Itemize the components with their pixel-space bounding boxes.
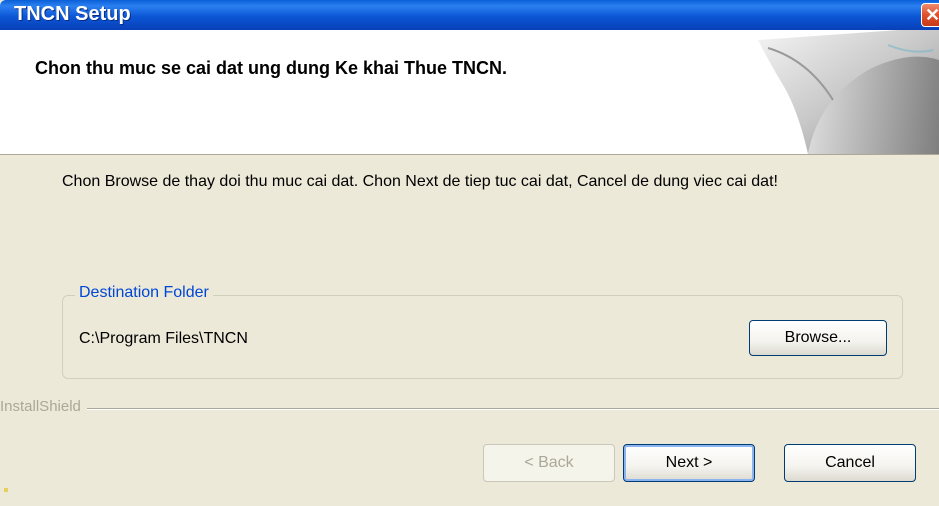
- destination-folder-group: Destination Folder C:\Program Files\TNCN…: [62, 284, 903, 379]
- instruction-text: Chon Browse de thay doi thu muc cai dat.…: [62, 173, 778, 190]
- title-bar[interactable]: TNCN Setup ✕: [0, 0, 939, 30]
- close-icon: ✕: [925, 5, 939, 25]
- setup-window: TNCN Setup ✕ Chon thu muc se cai dat ung…: [0, 0, 939, 506]
- destination-path: C:\Program Files\TNCN: [79, 330, 248, 347]
- header-banner: Chon thu muc se cai dat ung dung Ke khai…: [0, 30, 939, 155]
- step-title: Chon thu muc se cai dat ung dung Ke khai…: [35, 58, 508, 78]
- close-button[interactable]: ✕: [921, 3, 939, 27]
- next-button[interactable]: Next >: [623, 444, 755, 482]
- installshield-divider: InstallShield: [0, 398, 939, 418]
- window-title: TNCN Setup: [14, 3, 131, 25]
- installshield-brand: InstallShield: [0, 398, 87, 415]
- browse-button[interactable]: Browse...: [749, 320, 887, 356]
- back-button[interactable]: < Back: [483, 444, 615, 482]
- destination-folder-label: Destination Folder: [75, 284, 213, 302]
- cancel-button[interactable]: Cancel: [784, 444, 916, 482]
- resize-grip: [4, 488, 8, 492]
- divider-line: [0, 408, 939, 410]
- installer-corner-graphic: [758, 30, 939, 154]
